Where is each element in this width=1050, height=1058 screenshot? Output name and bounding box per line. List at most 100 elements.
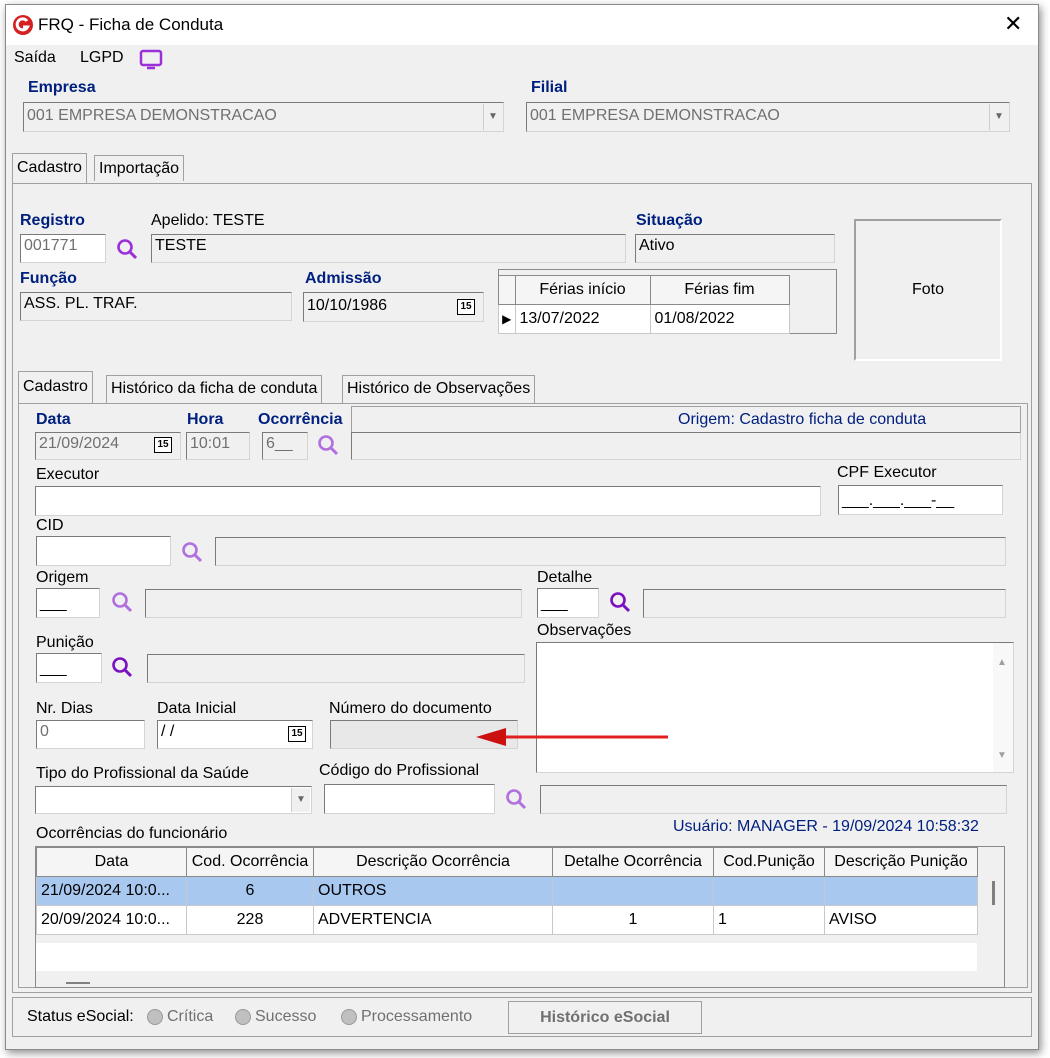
radio-critica[interactable]: Crítica xyxy=(147,1008,213,1026)
cell-cod-ocorrencia[interactable]: 6 xyxy=(186,876,314,906)
punicao-field[interactable]: ___ xyxy=(36,653,102,683)
grid-empty-area xyxy=(36,943,977,971)
filial-select[interactable]: 001 EMPRESA DEMONSTRACAO ▼ xyxy=(526,102,1010,132)
search-icon[interactable] xyxy=(608,590,632,614)
search-icon[interactable] xyxy=(316,433,340,457)
registro-field[interactable]: 001771 xyxy=(20,234,106,263)
app-logo-icon xyxy=(13,15,33,35)
search-icon[interactable] xyxy=(180,540,204,564)
cell-cod-ocorrencia[interactable]: 228 xyxy=(186,905,314,935)
codigo-profissional-field[interactable] xyxy=(324,784,495,814)
detalhe-field[interactable]: ___ xyxy=(537,588,599,618)
window-title: FRQ - Ficha de Conduta xyxy=(38,15,224,34)
data-label: Data xyxy=(36,411,71,428)
tab-historico-ficha[interactable]: Histórico da ficha de conduta xyxy=(106,375,323,403)
filial-label: Filial xyxy=(531,79,568,96)
search-icon[interactable] xyxy=(110,590,134,614)
tipo-profissional-select[interactable]: ▼ xyxy=(35,786,312,814)
data-inicial-label: Data Inicial xyxy=(157,700,237,717)
admissao-label: Admissão xyxy=(305,270,382,287)
ocorrencia-label: Ocorrência xyxy=(258,411,343,428)
search-icon[interactable] xyxy=(504,787,528,811)
radio-icon xyxy=(341,1008,357,1025)
ocorrencias-grid: Data Cod. Ocorrência Descrição Ocorrênci… xyxy=(35,846,1005,988)
main-window: FRQ - Ficha de Conduta ✕ Saída LGPD Empr… xyxy=(5,4,1039,1050)
empresa-select[interactable]: 001 EMPRESA DEMONSTRACAO ▼ xyxy=(23,102,504,132)
cell-data[interactable]: 20/09/2024 10:0... xyxy=(36,905,187,935)
ferias-inicio-cell[interactable]: 13/07/2022 xyxy=(514,304,651,334)
radio-sucesso[interactable]: Sucesso xyxy=(235,1008,316,1026)
cell-cod-punicao[interactable]: 1 xyxy=(713,905,825,935)
menu-saida[interactable]: Saída xyxy=(14,49,56,67)
calendar-icon[interactable]: 15 xyxy=(154,437,172,453)
executor-field[interactable] xyxy=(35,486,821,516)
punicao-descricao-field xyxy=(147,654,525,683)
tab-historico-observacoes[interactable]: Histórico de Observações xyxy=(342,375,536,403)
calendar-icon[interactable]: 15 xyxy=(457,299,475,315)
cell-descricao-ocorrencia[interactable]: OUTROS xyxy=(313,876,553,906)
col-header-cod-ocorrencia[interactable]: Cod. Ocorrência xyxy=(186,847,314,877)
cell-detalhe-ocorrencia[interactable]: 1 xyxy=(552,905,714,935)
search-icon[interactable] xyxy=(115,237,139,261)
origem-field[interactable]: ___ xyxy=(36,588,100,618)
horizontal-scrollbar[interactable] xyxy=(66,982,90,984)
radio-processamento[interactable]: Processamento xyxy=(341,1008,472,1026)
scroll-up-icon[interactable]: ▲ xyxy=(997,653,1007,673)
radio-icon xyxy=(147,1008,163,1025)
search-icon[interactable] xyxy=(110,655,134,679)
cell-descricao-punicao[interactable]: AVISO xyxy=(824,905,978,935)
observacoes-textarea[interactable]: ▲ ▼ xyxy=(536,642,1014,773)
cell-detalhe-ocorrencia[interactable] xyxy=(552,876,714,906)
cell-cod-punicao[interactable] xyxy=(713,876,825,906)
scroll-down-icon[interactable]: ▼ xyxy=(997,746,1007,766)
photo-label: Foto xyxy=(911,281,944,298)
radio-icon xyxy=(235,1008,251,1025)
historico-esocial-button[interactable]: Histórico eSocial xyxy=(508,1001,702,1034)
col-header-detalhe-ocorrencia[interactable]: Detalhe Ocorrência xyxy=(552,847,714,877)
chevron-down-icon[interactable]: ▼ xyxy=(989,104,1008,130)
col-header-data[interactable]: Data xyxy=(36,847,187,877)
table-row[interactable]: 20/09/2024 10:0... 228 ADVERTENCIA 1 1 A… xyxy=(36,905,978,935)
cell-descricao-punicao[interactable] xyxy=(824,876,978,906)
cid-label: CID xyxy=(36,517,64,534)
chevron-down-icon[interactable]: ▼ xyxy=(291,788,310,812)
tab-importacao[interactable]: Importação xyxy=(94,155,185,181)
funcao-label: Função xyxy=(20,270,77,287)
annotation-arrow-icon xyxy=(476,728,668,746)
situacao-field: Ativo xyxy=(635,234,835,263)
usuario-text: Usuário: MANAGER - 19/09/2024 10:58:32 xyxy=(673,818,979,835)
close-button[interactable]: ✕ xyxy=(1004,11,1022,37)
tab-cadastro-top[interactable]: Cadastro xyxy=(12,153,87,183)
calendar-icon[interactable]: 15 xyxy=(288,726,306,742)
cell-data[interactable]: 21/09/2024 10:0... xyxy=(36,876,187,906)
codigo-profissional-label: Código do Profissional xyxy=(319,762,480,779)
tipo-profissional-label: Tipo do Profissional da Saúde xyxy=(36,765,249,782)
col-header-cod-punicao[interactable]: Cod.Punição xyxy=(713,847,825,877)
hora-label: Hora xyxy=(187,411,224,428)
monitor-icon[interactable] xyxy=(139,49,163,71)
menu-lgpd[interactable]: LGPD xyxy=(80,49,124,67)
situacao-label: Situação xyxy=(636,212,703,229)
ferias-fim-cell[interactable]: 01/08/2022 xyxy=(649,304,790,334)
nr-dias-field[interactable]: 0 xyxy=(36,720,145,749)
empresa-label: Empresa xyxy=(28,79,96,96)
numero-documento-label: Número do documento xyxy=(329,700,492,717)
table-row[interactable]: 21/09/2024 10:0... 6 OUTROS xyxy=(36,876,978,906)
observacoes-scrollbar[interactable]: ▲ ▼ xyxy=(993,643,1013,772)
cell-descricao-ocorrencia[interactable]: ADVERTENCIA xyxy=(313,905,553,935)
funcao-field: ASS. PL. TRAF. xyxy=(20,292,292,321)
ferias-fim-header: Férias fim xyxy=(649,275,790,305)
ocorrencia-descricao-field xyxy=(351,432,1021,460)
cid-field[interactable] xyxy=(36,536,171,566)
photo-box[interactable]: Foto xyxy=(854,219,1002,361)
chevron-down-icon[interactable]: ▼ xyxy=(483,104,502,130)
vertical-scrollbar[interactable] xyxy=(992,881,995,905)
apelido-label: Apelido: TESTE xyxy=(151,212,265,229)
hora-field: 10:01 xyxy=(186,432,250,460)
col-header-descricao-punicao[interactable]: Descrição Punição xyxy=(824,847,978,877)
nr-dias-label: Nr. Dias xyxy=(36,700,93,717)
tab-cadastro-inner[interactable]: Cadastro xyxy=(18,371,93,403)
title-bar: FRQ - Ficha de Conduta ✕ xyxy=(6,5,1038,45)
col-header-descricao-ocorrencia[interactable]: Descrição Ocorrência xyxy=(313,847,553,877)
cpf-field[interactable]: ___.___.___-__ xyxy=(838,485,1003,515)
